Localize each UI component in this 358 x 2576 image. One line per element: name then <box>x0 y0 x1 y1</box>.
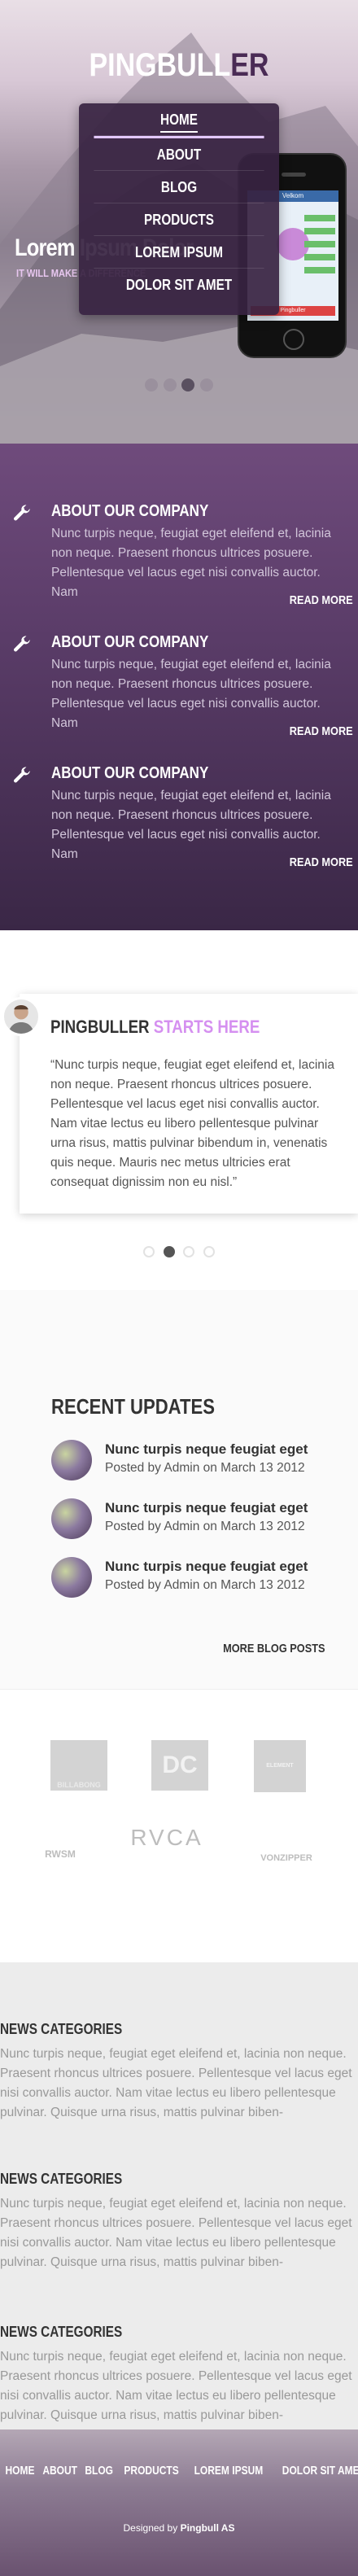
nav-item-dolor-sit-amet[interactable]: DOLOR SIT AMET <box>94 269 264 301</box>
news-block: NEWS CATEGORIES Nunc turpis neque, feugi… <box>0 2324 358 2425</box>
logo-element[interactable]: ELEMENT <box>254 1740 306 1792</box>
slider-dot-active[interactable] <box>181 378 195 391</box>
wrench-icon <box>14 636 30 652</box>
update-item[interactable]: Nunc turpis neque feugiat eget Posted by… <box>51 1440 352 1489</box>
testimonial-dot[interactable] <box>183 1246 195 1257</box>
update-item[interactable]: Nunc turpis neque feugiat eget Posted by… <box>51 1557 352 1606</box>
footer-nav: HOME ABOUT BLOG PRODUCTS LOREM IPSUM DOL… <box>0 2464 358 2478</box>
logo-billabong[interactable]: BILLABONG <box>50 1740 107 1791</box>
user-avatar-icon <box>8 1005 34 1034</box>
hero-section: PINGBULLER Lorem Ipsum Dolor IT WILL MAK… <box>0 0 358 444</box>
footer-nav-dolor-sit-amet[interactable]: DOLOR SIT AMET <box>282 2464 358 2478</box>
read-more-link[interactable]: READ MORE <box>290 724 353 738</box>
feature-item: ABOUT OUR COMPANY Nunc turpis neque, feu… <box>0 502 358 633</box>
news-title[interactable]: NEWS CATEGORIES <box>0 2021 304 2038</box>
nav-item-blog[interactable]: BLOG <box>94 171 264 203</box>
slider-dot[interactable] <box>163 378 177 391</box>
update-meta: Posted by Admin on March 13 2012 <box>105 1578 305 1592</box>
feature-title: ABOUT OUR COMPANY <box>51 502 209 520</box>
news-title[interactable]: NEWS CATEGORIES <box>0 2324 304 2341</box>
testimonial-dot[interactable] <box>143 1246 155 1257</box>
news-text: Nunc turpis neque, feugiat eget eleifend… <box>0 2350 352 2422</box>
logo-dc[interactable]: DC <box>151 1740 208 1791</box>
footer-nav-blog[interactable]: BLOG <box>85 2464 114 2478</box>
update-title[interactable]: Nunc turpis neque feugiat eget <box>105 1500 308 1516</box>
credits-link[interactable]: Pingbull AS <box>181 2522 235 2534</box>
footer-nav-about[interactable]: ABOUT <box>42 2464 77 2478</box>
footer-nav-products[interactable]: PRODUCTS <box>124 2464 178 2478</box>
update-thumbnail <box>51 1440 92 1480</box>
slider-dot[interactable] <box>199 378 213 391</box>
nav-item-home[interactable]: HOME <box>94 103 264 136</box>
update-title[interactable]: Nunc turpis neque feugiat eget <box>105 1441 308 1458</box>
nav-item-lorem-ipsum[interactable]: LOREM IPSUM <box>94 236 264 269</box>
update-thumbnail <box>51 1498 92 1539</box>
features-section: ABOUT OUR COMPANY Nunc turpis neque, feu… <box>0 444 358 930</box>
news-text: Nunc turpis neque, feugiat eget eleifend… <box>0 2047 352 2119</box>
slider-dot[interactable] <box>145 378 159 391</box>
recent-updates-heading: RECENT UPDATES <box>51 1394 215 1419</box>
footer-nav-lorem-ipsum[interactable]: LOREM IPSUM <box>194 2464 263 2478</box>
footer-nav-home[interactable]: HOME <box>6 2464 35 2478</box>
phone-home-button <box>283 329 304 350</box>
testimonial-quote: “Nunc turpis neque, feugiat eget eleifen… <box>50 1058 334 1189</box>
main-nav-dropdown: HOME ABOUT BLOG PRODUCTS LOREM IPSUM DOL… <box>79 103 279 315</box>
testimonial-title: PINGBULLER STARTS HERE <box>50 1017 260 1037</box>
read-more-link[interactable]: READ MORE <box>290 593 353 607</box>
feature-text: Nunc turpis neque, feugiat eget eleifend… <box>51 527 331 599</box>
news-block: NEWS CATEGORIES Nunc turpis neque, feugi… <box>0 2171 358 2272</box>
update-item[interactable]: Nunc turpis neque feugiat eget Posted by… <box>51 1498 352 1547</box>
more-blog-posts-link[interactable]: MORE BLOG POSTS <box>224 1642 325 1655</box>
recent-updates-section: RECENT UPDATES Nunc turpis neque feugiat… <box>0 1290 358 1689</box>
feature-text: Nunc turpis neque, feugiat eget eleifend… <box>51 658 331 730</box>
testimonial-section: PINGBULLER STARTS HERE “Nunc turpis nequ… <box>0 930 358 1290</box>
partner-logos-section: BILLABONG DC ELEMENT RWSM RVCA VONZIPPER <box>0 1689 358 1962</box>
feature-item: ABOUT OUR COMPANY Nunc turpis neque, feu… <box>0 764 358 895</box>
testimonial-dot-active[interactable] <box>163 1246 175 1257</box>
nav-item-products[interactable]: PRODUCTS <box>94 203 264 236</box>
testimonial-dots <box>0 1246 358 1262</box>
read-more-link[interactable]: READ MORE <box>290 855 353 869</box>
logo-vonzipper[interactable]: VONZIPPER <box>251 1813 322 1867</box>
update-meta: Posted by Admin on March 13 2012 <box>105 1520 305 1533</box>
quote-card: PINGBULLER STARTS HERE “Nunc turpis nequ… <box>20 994 358 1214</box>
news-title[interactable]: NEWS CATEGORIES <box>0 2171 304 2188</box>
avatar <box>2 997 41 1036</box>
footer-credits: Designed by Pingbull AS <box>123 2522 235 2534</box>
site-logo[interactable]: PINGBULLER <box>27 47 331 84</box>
news-text: Nunc turpis neque, feugiat eget eleifend… <box>0 2197 352 2269</box>
nav-item-about[interactable]: ABOUT <box>94 138 264 171</box>
update-meta: Posted by Admin on March 13 2012 <box>105 1461 305 1475</box>
logo-rvca[interactable]: RVCA <box>122 1823 212 1852</box>
feature-title: ABOUT OUR COMPANY <box>51 633 209 651</box>
site-footer: HOME ABOUT BLOG PRODUCTS LOREM IPSUM DOL… <box>0 2429 358 2576</box>
hero-slider-dots <box>0 378 358 396</box>
news-block: NEWS CATEGORIES Nunc turpis neque, feugi… <box>0 2021 358 2123</box>
feature-text: Nunc turpis neque, feugiat eget eleifend… <box>51 789 331 861</box>
news-categories-section: NEWS CATEGORIES Nunc turpis neque, feugi… <box>0 1962 358 2429</box>
update-title[interactable]: Nunc turpis neque feugiat eget <box>105 1559 308 1575</box>
feature-title: ABOUT OUR COMPANY <box>51 764 209 782</box>
wrench-icon <box>14 505 30 521</box>
update-thumbnail <box>51 1557 92 1598</box>
wrench-icon <box>14 767 30 783</box>
feature-item: ABOUT OUR COMPANY Nunc turpis neque, feu… <box>0 633 358 764</box>
testimonial-dot[interactable] <box>203 1246 215 1257</box>
logo-rwsm[interactable]: RWSM <box>37 1813 83 1862</box>
phone-speaker <box>282 173 306 177</box>
